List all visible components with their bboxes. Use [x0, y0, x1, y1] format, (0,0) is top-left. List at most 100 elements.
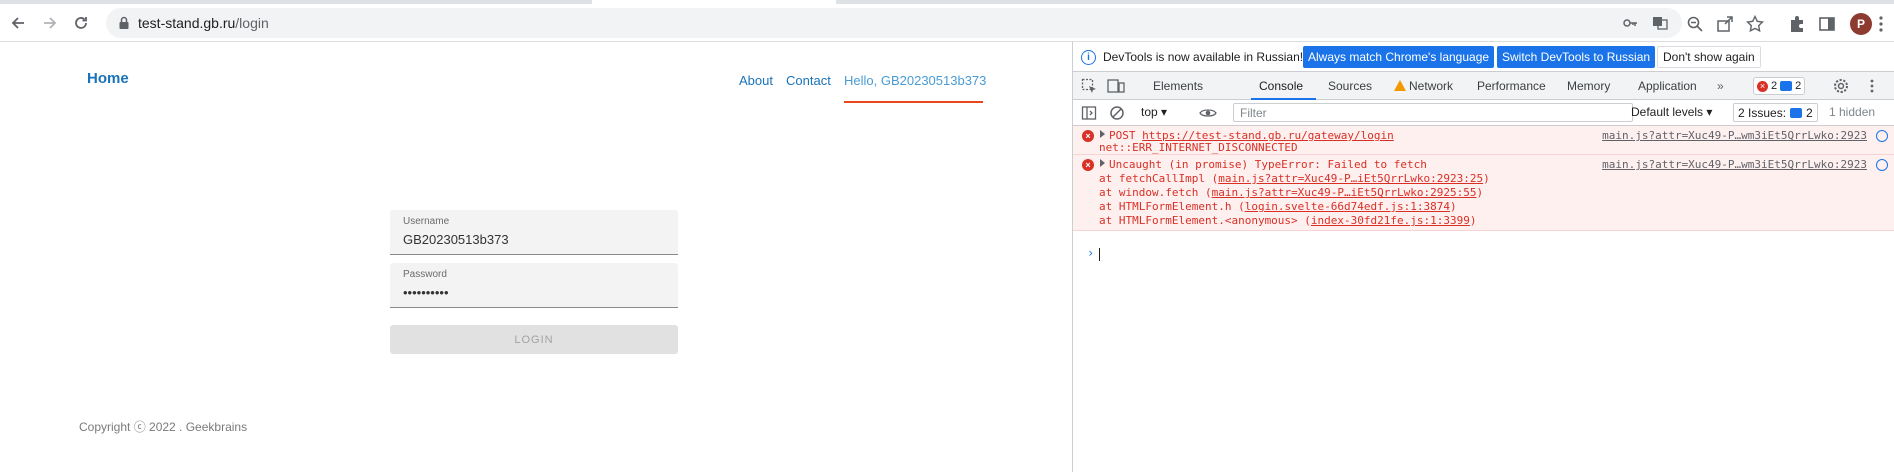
forward-button[interactable] — [35, 8, 65, 38]
network-globe-icon[interactable] — [1876, 159, 1888, 171]
context-value: top — [1141, 105, 1158, 119]
stack-frame: at HTMLFormElement.h (login.svelte-66d74… — [1099, 200, 1457, 213]
error-icon: × — [1757, 80, 1768, 92]
side-panel-icon[interactable] — [1818, 15, 1836, 33]
active-nav-underline — [844, 101, 983, 103]
message-icon — [1780, 81, 1793, 91]
extensions-icon[interactable] — [1788, 15, 1806, 33]
translate-icon[interactable] — [1652, 15, 1668, 31]
tab-performance[interactable]: Performance — [1477, 79, 1546, 93]
console-output: × POST https://test-stand.gb.ru/gateway/… — [1073, 126, 1894, 231]
console-error-entry[interactable]: × POST https://test-stand.gb.ru/gateway/… — [1073, 126, 1894, 155]
issues-count: 2 — [1806, 105, 1813, 120]
password-field[interactable]: Password •••••••••• — [390, 263, 678, 308]
stack-frame-fn: at fetchCallImpl ( — [1099, 172, 1219, 185]
message-count: 2 — [1795, 80, 1802, 92]
tab-network[interactable]: Network — [1394, 79, 1453, 93]
url-text[interactable]: test-stand.gb.ru/login — [138, 15, 269, 31]
tab-application[interactable]: Application — [1638, 79, 1697, 93]
clear-console-icon[interactable] — [1109, 105, 1125, 121]
context-select[interactable]: top ▾ — [1141, 105, 1167, 119]
menu-kebab-icon[interactable] — [1878, 15, 1884, 33]
web-page: Home About Contact Hello, GB20230513b373… — [0, 42, 1072, 472]
back-button[interactable] — [3, 8, 33, 38]
network-globe-icon[interactable] — [1876, 130, 1888, 142]
device-toolbar-icon[interactable] — [1107, 78, 1125, 94]
log-levels-select[interactable]: Default levels ▾ — [1631, 105, 1712, 119]
warning-icon — [1394, 80, 1406, 91]
nav-user-greeting[interactable]: Hello, GB20230513b373 — [844, 73, 986, 88]
tab-elements[interactable]: Elements — [1153, 79, 1203, 93]
address-bar[interactable]: test-stand.gb.ru/login — [106, 8, 1682, 38]
browser-toolbar: test-stand.gb.ru/login P — [0, 4, 1894, 42]
nav-about[interactable]: About — [739, 73, 773, 88]
stack-frame-link[interactable]: main.js?attr=Xuc49-P…iEt5QrrLwko:2923:25 — [1218, 172, 1483, 185]
stack-frame-fn: at window.fetch ( — [1099, 186, 1212, 199]
stack-frame-fn: at HTMLFormElement.<anonymous> ( — [1099, 214, 1311, 227]
stack-frame-fn: at HTMLFormElement.h ( — [1099, 200, 1245, 213]
stack-frame-link[interactable]: login.svelte-66d74edf.js:1:3874 — [1245, 200, 1450, 213]
log-levels-value: Default levels — [1631, 105, 1704, 119]
settings-gear-icon[interactable] — [1833, 78, 1849, 94]
nav-contact[interactable]: Contact — [786, 73, 831, 88]
stack-frame-end: ) — [1450, 200, 1457, 213]
error-warning-counter[interactable]: × 2 2 — [1753, 77, 1806, 95]
issues-label: 2 Issues: — [1738, 105, 1787, 120]
error-count: 2 — [1771, 80, 1778, 92]
tab-memory[interactable]: Memory — [1567, 79, 1610, 93]
stack-frame: at HTMLFormElement.<anonymous> (index-30… — [1099, 214, 1477, 227]
reload-icon — [75, 17, 87, 29]
tab-network-label: Network — [1409, 79, 1454, 93]
inspect-element-icon[interactable] — [1081, 78, 1097, 94]
devtools-panel: i DevTools is now available in Russian! … — [1072, 42, 1894, 472]
error-source-link[interactable]: main.js?attr=Xuc49-P…wm3iEt5QrrLwko:2923 — [1602, 129, 1867, 142]
url-path: /login — [235, 15, 269, 31]
stack-frame-link[interactable]: index-30fd21fe.js:1:3399 — [1311, 214, 1470, 227]
console-input-caret[interactable] — [1099, 248, 1100, 261]
stack-frame-link[interactable]: main.js?attr=Xuc49-P…iEt5QrrLwko:2925:55 — [1212, 186, 1477, 199]
switch-to-russian-button[interactable]: Switch DevTools to Russian — [1497, 46, 1656, 68]
home-link[interactable]: Home — [87, 70, 129, 87]
hidden-messages-count: 1 hidden — [1829, 105, 1876, 119]
reload-button[interactable] — [66, 8, 96, 38]
stack-frame-end: ) — [1476, 186, 1484, 199]
devtools-tabbar: Elements Console Sources Network Perform… — [1073, 72, 1894, 100]
key-icon[interactable] — [1622, 15, 1638, 31]
error-code-line: net::ERR_INTERNET_DISCONNECTED — [1099, 141, 1298, 154]
issues-counter[interactable]: 2 Issues: 2 — [1733, 103, 1818, 122]
error-icon: × — [1082, 130, 1094, 142]
username-field[interactable]: Username GB20230513b373 — [390, 210, 678, 255]
stack-frame: at window.fetch (main.js?attr=Xuc49-P…iE… — [1099, 186, 1483, 199]
username-label: Username — [403, 216, 450, 227]
sidebar-toggle-icon[interactable] — [1081, 105, 1097, 121]
star-icon[interactable] — [1746, 15, 1764, 33]
stack-frame: at fetchCallImpl (main.js?attr=Xuc49-P…i… — [1099, 172, 1490, 185]
tab-console[interactable]: Console — [1259, 79, 1303, 93]
console-prompt-chevron-icon: › — [1087, 246, 1095, 260]
lock-icon[interactable] — [116, 15, 132, 31]
info-icon: i — [1081, 50, 1096, 65]
expand-triangle-icon[interactable] — [1100, 159, 1105, 167]
arrow-right-icon — [44, 17, 57, 29]
console-filter-input[interactable]: Filter — [1233, 103, 1633, 122]
dont-show-again-button[interactable]: Don't show again — [1657, 46, 1761, 68]
username-input[interactable]: GB20230513b373 — [403, 232, 509, 247]
infobar-message: DevTools is now available in Russian! — [1103, 50, 1304, 64]
always-match-language-button[interactable]: Always match Chrome's language — [1303, 46, 1495, 68]
profile-avatar[interactable]: P — [1850, 13, 1872, 35]
tab-sources[interactable]: Sources — [1328, 79, 1372, 93]
copyright-text: Copyright ⓒ 2022 . Geekbrains — [79, 420, 248, 434]
live-expression-eye-icon[interactable] — [1199, 105, 1217, 121]
more-tabs-chevron-icon[interactable]: » — [1717, 79, 1724, 93]
zoom-icon[interactable] — [1686, 15, 1704, 33]
password-label: Password — [403, 269, 447, 280]
language-infobar: i DevTools is now available in Russian! … — [1073, 42, 1894, 72]
error-source-link[interactable]: main.js?attr=Xuc49-P…wm3iEt5QrrLwko:2923 — [1602, 158, 1867, 171]
expand-triangle-icon[interactable] — [1100, 130, 1105, 138]
stack-frame-end: ) — [1483, 172, 1490, 185]
password-input[interactable]: •••••••••• — [403, 285, 449, 300]
console-error-entry[interactable]: × Uncaught (in promise) TypeError: Faile… — [1073, 155, 1894, 231]
login-button[interactable]: LOGIN — [390, 325, 678, 354]
share-icon[interactable] — [1716, 15, 1734, 33]
devtools-menu-kebab-icon[interactable] — [1869, 78, 1875, 94]
